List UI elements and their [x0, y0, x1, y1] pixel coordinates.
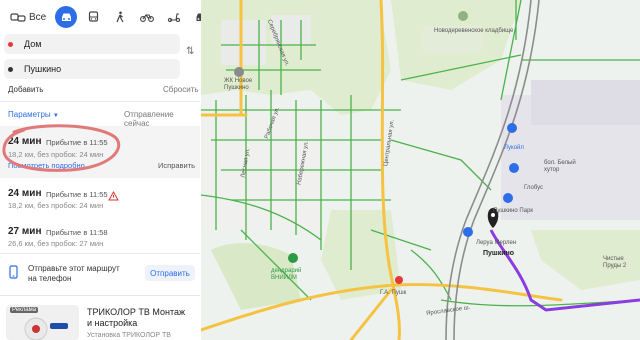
route-from-value: Дом: [24, 39, 42, 49]
ad-title-line2: и настройка: [87, 318, 138, 328]
destination-label: Пушкино: [483, 250, 515, 257]
mode-walk-button[interactable]: [109, 6, 131, 28]
mode-scooter-button[interactable]: [163, 6, 185, 28]
parameters-label: Параметры: [8, 110, 51, 119]
dendro-icon[interactable]: [288, 253, 298, 263]
jk-label-line2: Пушкино: [224, 85, 249, 91]
route-arrival: Прибытие в 11:58: [46, 228, 108, 237]
mode-all-button[interactable]: Все: [6, 6, 50, 28]
transport-modes: Все: [6, 6, 201, 28]
globus-icon[interactable]: [509, 163, 519, 173]
dendro-label-line2: ВНИИЛМ: [271, 275, 297, 281]
street-right-line2: Пруды 2: [603, 263, 627, 269]
route-option-3[interactable]: 27 мин Прибытие в 11:58 26,6 км, без про…: [0, 218, 200, 250]
cemetery-icon[interactable]: [458, 11, 468, 21]
jk-label: ЖК Новое Пушкино: [224, 78, 252, 92]
swap-icon[interactable]: ⇅: [186, 46, 194, 57]
divider: [0, 101, 200, 102]
add-point-link[interactable]: Добавить: [8, 85, 43, 94]
warning-icon: [108, 188, 119, 206]
park-label: Пушкино Парк: [493, 208, 534, 214]
from-point-icon: [8, 41, 13, 47]
bus-icon: [88, 11, 98, 22]
car-icon: [61, 13, 71, 21]
route-to-field[interactable]: Пушкино: [4, 59, 180, 79]
walk-icon: [116, 11, 124, 23]
dendro-label: дендрарий ВНИИЛМ: [271, 268, 301, 282]
hand-drawn-highlight: [2, 124, 121, 172]
farm-label: бол. Белый хутор: [544, 160, 576, 174]
ad-image[interactable]: Реклама: [6, 305, 79, 340]
bike-icon: [140, 14, 155, 22]
street-right-line1: Чистые: [603, 256, 624, 262]
parameters-dropdown[interactable]: Параметры ▼: [8, 110, 59, 119]
route-arrival: Прибытие в 11:55: [46, 190, 108, 199]
to-point-icon: [8, 66, 13, 72]
dendro-label-line1: дендрарий: [271, 268, 302, 274]
merlin-icon[interactable]: [463, 227, 473, 237]
farm-label-line1: бол. Белый: [544, 160, 576, 166]
scooter-icon: [168, 13, 181, 22]
send-to-phone-text: Отправьте этот маршрут на телефон: [28, 264, 120, 284]
multimodal-icon: [10, 13, 26, 22]
divider: [0, 253, 200, 254]
route-time: 27 мин: [8, 226, 42, 237]
route-edit-link[interactable]: Исправить: [158, 161, 195, 170]
mode-bike-button[interactable]: [136, 6, 158, 28]
map-view[interactable]: Новодеревенское кладбище ЖК Новое Пушкин…: [201, 0, 640, 340]
farm-label-line2: хутор: [544, 167, 560, 173]
globus-label: Глобус: [524, 185, 544, 191]
jk-icon[interactable]: [234, 67, 244, 77]
ad-subtitle: Установка ТРИКОЛОР ТВ: [87, 332, 171, 339]
route-panel: Все Дом Пушкино ⇅ Добавить Сбросить Пара…: [0, 0, 202, 340]
send-text-line2: на телефон: [28, 274, 72, 283]
ad-badge: Реклама: [10, 307, 39, 313]
ad-title[interactable]: ТРИКОЛОР ТВ Монтаж и настройка: [87, 307, 185, 329]
park-icon[interactable]: [503, 193, 513, 203]
station-label: Г.А. Пушк: [380, 290, 407, 296]
route-distance: 18,2 км, без пробок: 24 мин: [8, 201, 104, 210]
merlin-label: Леруа Мерлен: [476, 240, 517, 246]
route-distance: 26,6 км, без пробок: 27 мин: [8, 239, 104, 248]
send-text-line1: Отправьте этот маршрут: [28, 264, 120, 273]
route-to-value: Пушкино: [24, 64, 62, 74]
ad-title-line1: ТРИКОЛОР ТВ Монтаж: [87, 307, 186, 317]
phone-icon: [9, 265, 18, 284]
lukoil-icon[interactable]: [507, 123, 517, 133]
mode-bus-button[interactable]: [82, 6, 104, 28]
jk-label-line1: ЖК Новое: [224, 78, 253, 84]
cemetery-label: Новодеревенское кладбище: [434, 28, 514, 34]
mode-all-label: Все: [29, 11, 47, 23]
send-button[interactable]: Отправить: [145, 265, 195, 281]
divider: [0, 295, 200, 296]
chevron-down-icon: ▼: [52, 113, 59, 119]
station-icon[interactable]: [395, 276, 403, 284]
route-option-2[interactable]: 24 мин Прибытие в 11:55 18,2 км, без про…: [0, 180, 200, 212]
lukoil-label: Лукойл: [504, 145, 524, 151]
street-right-label: Чистые Пруды 2: [603, 256, 626, 270]
route-from-field[interactable]: Дом: [4, 34, 180, 54]
route-time: 24 мин: [8, 188, 42, 199]
mode-car-button[interactable]: [55, 6, 78, 28]
reset-link[interactable]: Сбросить: [163, 85, 199, 94]
